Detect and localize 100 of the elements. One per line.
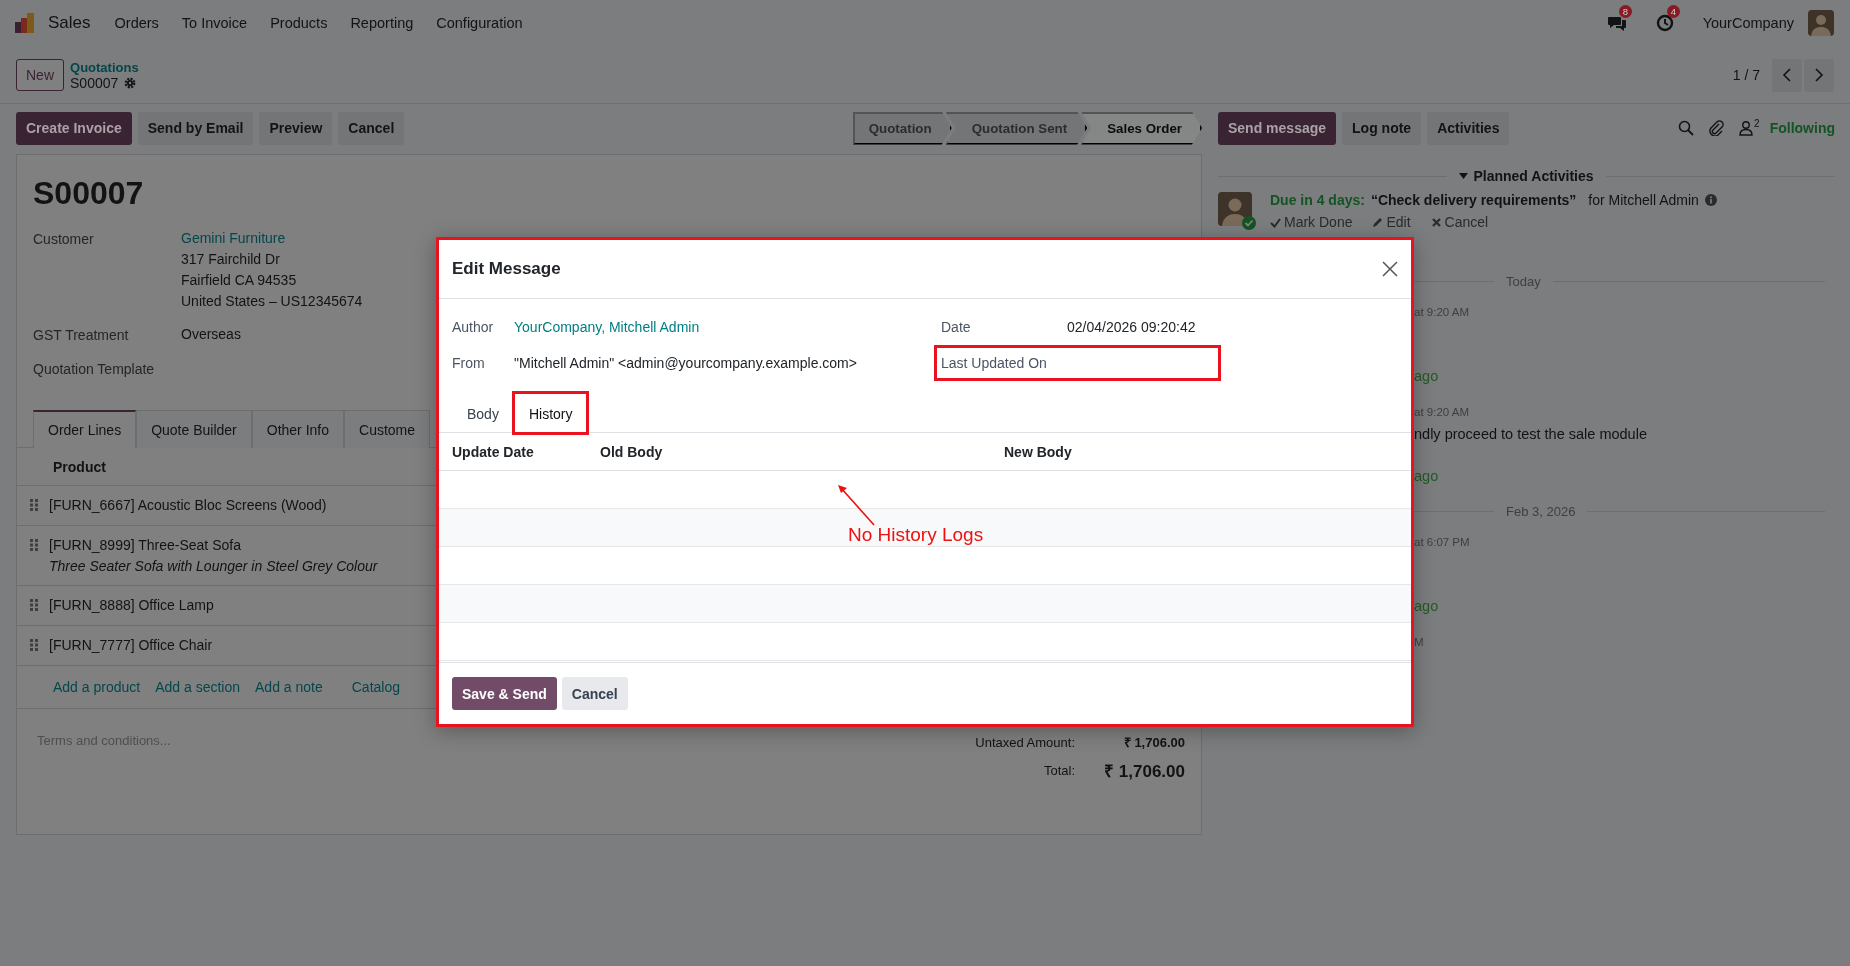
- menu-item[interactable]: Orders: [114, 15, 159, 31]
- message-age: ago: [1414, 468, 1440, 486]
- address-line: United States – US12345674: [181, 292, 363, 311]
- clock-icon[interactable]: [1654, 14, 1675, 32]
- logo-icon: [14, 12, 36, 34]
- chatter-button[interactable]: Activities: [1427, 111, 1510, 145]
- field-label: Customer: [33, 230, 94, 249]
- add-link[interactable]: Add a note: [255, 679, 323, 695]
- total-label: Untaxed Amount:: [975, 734, 1075, 750]
- menu-item[interactable]: Products: [270, 15, 328, 31]
- record-name: S00007: [70, 74, 119, 91]
- pencil-icon: [1372, 216, 1384, 228]
- close-icon[interactable]: [1382, 261, 1398, 277]
- action-button[interactable]: Preview: [259, 111, 333, 145]
- info-icon[interactable]: [1704, 194, 1717, 206]
- check-badge-icon: [1242, 216, 1256, 230]
- activity-action[interactable]: Mark Done: [1270, 214, 1353, 230]
- message-age: ago: [1414, 368, 1440, 386]
- field-label: Quotation Template: [33, 360, 155, 379]
- annotation-text: No History Logs: [848, 524, 984, 546]
- chevron-left-icon: [1782, 68, 1792, 82]
- add-link[interactable]: Add a section: [155, 679, 240, 695]
- chatter-button[interactable]: Log note: [1342, 111, 1422, 145]
- new-button[interactable]: New: [16, 59, 64, 91]
- address-line: Fairfield CA 94535: [181, 271, 297, 290]
- drag-handle-icon[interactable]: [30, 499, 38, 511]
- form-tab[interactable]: Order Lines: [33, 410, 137, 448]
- notification-count: 4: [1666, 5, 1680, 18]
- dialog-tab[interactable]: History: [513, 393, 588, 433]
- field-value: "Mitchell Admin" <admin@yourcompany.example.com>: [514, 355, 857, 371]
- avatar: [1218, 192, 1252, 226]
- dialog-tab[interactable]: Body: [452, 393, 514, 433]
- total-label: Total:: [1042, 763, 1075, 778]
- pager-counter: 1 / 7: [1732, 67, 1760, 83]
- section-title[interactable]: Planned Activities: [1473, 168, 1594, 184]
- field-label: Last Updated On: [941, 355, 1048, 371]
- status-step[interactable]: Quotation: [852, 111, 952, 145]
- product-name: [FURN_8999] Three-Seat Sofa: [49, 536, 242, 554]
- total-value: ₹ 1,706.00: [1122, 734, 1185, 751]
- action-button[interactable]: Send by Email: [137, 111, 254, 145]
- drag-handle-icon[interactable]: [30, 639, 38, 651]
- field-value: 02/04/2026 09:20:42: [1067, 319, 1196, 335]
- address-line: 317 Fairchild Dr: [181, 250, 280, 269]
- form-tab[interactable]: Custome: [344, 410, 431, 448]
- menu-item[interactable]: Configuration: [436, 15, 523, 31]
- activity-action[interactable]: Edit: [1372, 214, 1411, 230]
- activity-action[interactable]: Cancel: [1430, 214, 1489, 230]
- message-age: ago: [1414, 598, 1440, 616]
- menu-item[interactable]: To Invoice: [181, 15, 248, 31]
- add-link[interactable]: Add a product: [53, 679, 141, 695]
- notification-count: 8: [1618, 5, 1632, 18]
- product-name: [FURN_7777] Office Chair: [49, 636, 213, 654]
- product-description: Three Seater Sofa with Lounger in Steel Grey Colour: [49, 557, 378, 575]
- field-label: GST Treatment: [33, 326, 129, 345]
- breadcrumb-link[interactable]: Quotations: [70, 59, 139, 75]
- record-title: S00007: [32, 174, 145, 213]
- drag-handle-icon[interactable]: [30, 539, 38, 551]
- search-icon[interactable]: [1678, 120, 1695, 136]
- status-step[interactable]: Sales Order: [1081, 111, 1202, 145]
- settings-icon[interactable]: [124, 76, 137, 89]
- app-name[interactable]: Sales: [48, 13, 91, 33]
- author-link[interactable]: YourCompany, Mitchell Admin: [514, 319, 700, 335]
- dialog-title: Edit Message: [452, 259, 561, 279]
- customer-link[interactable]: Gemini Furniture: [181, 228, 286, 249]
- person-icon[interactable]: [1738, 120, 1755, 136]
- activity-summary: “Check delivery requirements”: [1370, 192, 1577, 208]
- message-text: ndly proceed to test the sale module: [1414, 426, 1647, 442]
- check-icon: [1270, 216, 1281, 228]
- field-label: From: [452, 355, 486, 371]
- follower-count: 2: [1754, 117, 1760, 129]
- date-separator: Today: [1506, 273, 1541, 289]
- catalog-link[interactable]: Catalog: [351, 679, 400, 695]
- product-name: [FURN_8888] Office Lamp: [49, 596, 214, 614]
- product-name: [FURN_6667] Acoustic Bloc Screens (Wood): [49, 496, 327, 514]
- field-label: Date: [941, 319, 972, 335]
- arrow: [836, 483, 876, 527]
- company-name[interactable]: YourCompany: [1702, 15, 1794, 31]
- status-step[interactable]: Quotation Sent: [945, 111, 1088, 145]
- activity-assignee: for Mitchell Admin: [1588, 192, 1699, 208]
- next-button[interactable]: [1804, 58, 1834, 92]
- menu-item[interactable]: Reporting: [350, 15, 414, 31]
- field-label: Author: [452, 319, 495, 335]
- action-button[interactable]: Create Invoice: [16, 111, 132, 145]
- chat-icon[interactable]: [1606, 14, 1627, 32]
- form-tab[interactable]: Quote Builder: [136, 410, 252, 448]
- chatter-button[interactable]: Send message: [1218, 111, 1337, 145]
- drag-handle-icon[interactable]: [30, 599, 38, 611]
- dialog-button[interactable]: Save & Send: [452, 677, 557, 710]
- form-tab[interactable]: Other Info: [251, 410, 345, 448]
- due-label: Due in 4 days:: [1270, 192, 1365, 208]
- paperclip-icon[interactable]: [1708, 120, 1725, 136]
- cross-icon: [1430, 216, 1442, 228]
- avatar[interactable]: [1808, 10, 1834, 36]
- chevron-right-icon: [1814, 68, 1824, 82]
- action-button[interactable]: Cancel: [338, 111, 405, 145]
- dialog-button[interactable]: Cancel: [561, 677, 628, 710]
- date-separator: Feb 3, 2026: [1506, 503, 1576, 519]
- caret-icon[interactable]: [1459, 173, 1469, 179]
- previous-button[interactable]: [1772, 58, 1802, 92]
- field-value: Overseas: [181, 325, 241, 344]
